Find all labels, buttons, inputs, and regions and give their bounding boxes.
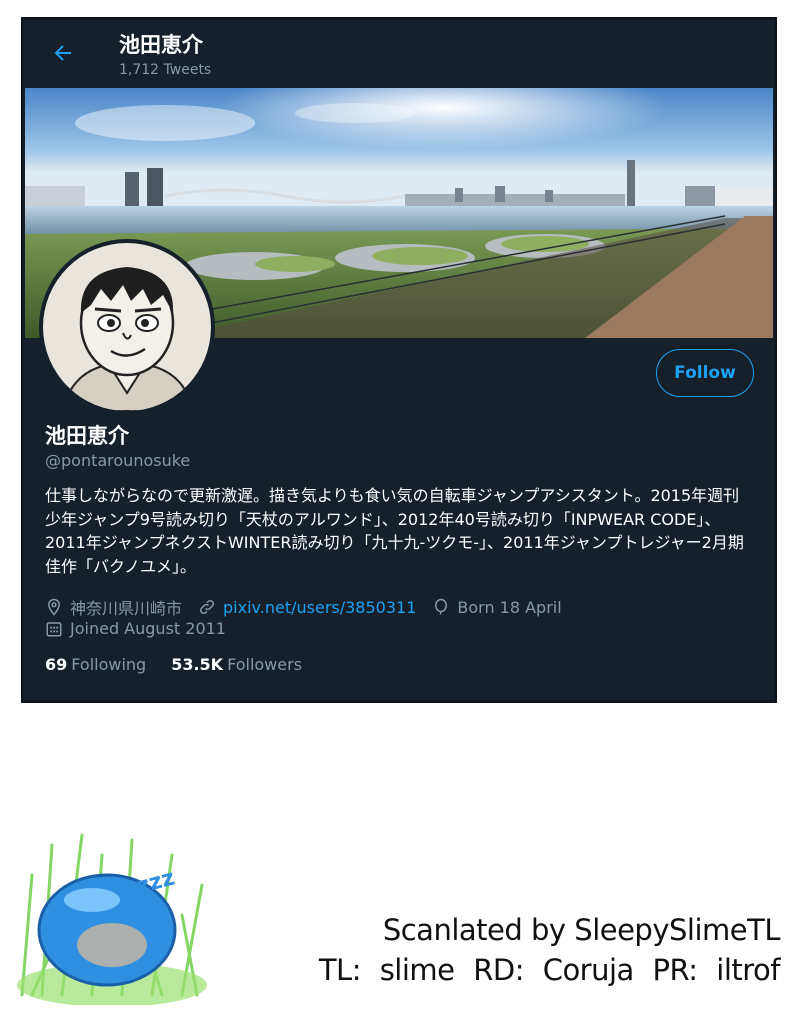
location-text: 神奈川県川崎市	[70, 599, 183, 618]
header-name: 池田恵介	[119, 33, 203, 57]
svg-text:zzz: zzz	[134, 865, 178, 899]
profile-handle: @pontarounosuke	[45, 451, 191, 470]
calendar-icon	[46, 621, 62, 636]
link-icon	[200, 599, 215, 615]
balloon-icon	[435, 598, 448, 615]
tweet-count: 1,712 Tweets	[119, 62, 212, 78]
scanlation-credits: Scanlated by SleepySlimeTL TL: slime RD:…	[318, 910, 781, 990]
credits-line-1: Scanlated by SleepySlimeTL	[382, 913, 781, 947]
avatar-illustration	[43, 243, 211, 411]
profile-meta-row: 神奈川県川崎市 pixiv.net/users/3850311 Born 18 …	[45, 595, 578, 619]
followers-count: 53.5K	[171, 655, 224, 674]
profile-header-bar: 池田恵介 1,712 Tweets	[23, 19, 775, 87]
birthday-item: Born 18 April	[432, 597, 562, 617]
credits-line-2: TL: slime RD: Coruja PR: iltrof	[318, 953, 781, 987]
location-item: 神奈川県川崎市	[45, 595, 182, 619]
slime-mascot-image: zzz	[12, 815, 212, 1007]
follow-button[interactable]: Follow	[656, 349, 754, 397]
location-pin-icon	[47, 598, 61, 616]
joined-item: Joined August 2011	[45, 619, 226, 638]
followers-label: Followers	[227, 655, 303, 674]
back-button[interactable]	[47, 37, 79, 69]
website-item[interactable]: pixiv.net/users/3850311	[198, 598, 416, 617]
profile-joined-row: Joined August 2011	[45, 619, 242, 638]
website-link[interactable]: pixiv.net/users/3850311	[223, 598, 416, 617]
followers-stat[interactable]: 53.5K Followers	[171, 655, 302, 674]
arrow-left-icon	[54, 45, 71, 61]
profile-display-name: 池田恵介	[45, 424, 129, 448]
following-count: 69	[45, 655, 68, 674]
avatar[interactable]	[39, 239, 215, 415]
profile-stats: 69 Following 53.5K Followers	[45, 655, 327, 674]
birthday-text: Born 18 April	[457, 597, 562, 617]
following-stat[interactable]: 69 Following	[45, 655, 146, 674]
profile-bio: 仕事しながらなので更新激遅。描き気よりも食い気の自転車ジャンプアシスタント。20…	[45, 486, 744, 576]
following-label: Following	[71, 655, 147, 674]
twitter-profile-panel: 池田恵介 1,712 Tweets Follow 池田恵介 @pontaroun…	[21, 17, 777, 703]
joined-text: Joined August 2011	[70, 619, 226, 638]
